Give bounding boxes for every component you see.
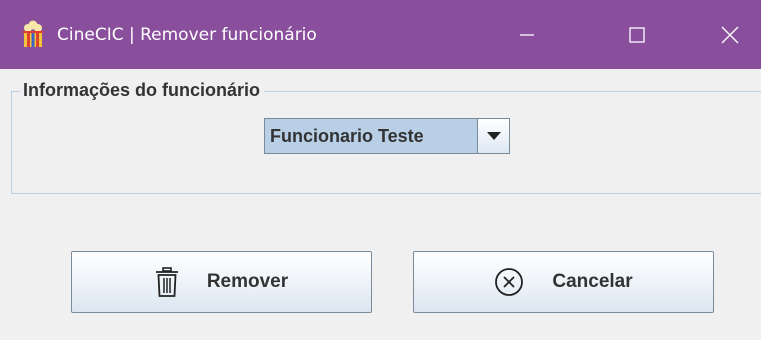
cancel-button-label: Cancelar — [552, 271, 633, 292]
title-bar: CineCIC | Remover funcionário — [0, 0, 761, 69]
minimize-icon — [520, 33, 534, 36]
window-title: CineCIC | Remover funcionário — [57, 25, 317, 45]
remove-button[interactable]: Remover — [71, 251, 372, 313]
close-button[interactable] — [699, 0, 761, 69]
close-icon — [721, 26, 739, 43]
employee-select[interactable]: Funcionario Teste — [264, 118, 510, 154]
maximize-icon — [629, 26, 645, 43]
minimize-button[interactable] — [496, 0, 558, 69]
remove-button-label: Remover — [206, 271, 289, 292]
cancel-button[interactable]: Cancelar — [413, 251, 714, 313]
employee-select-arrow[interactable] — [477, 119, 509, 153]
employee-select-value: Funcionario Teste — [270, 125, 424, 146]
close-circle-icon — [495, 268, 524, 296]
maximize-button[interactable] — [606, 0, 668, 69]
panel-legend: Informações do funcionário — [20, 78, 265, 102]
cinema-icon — [23, 20, 43, 47]
trash-icon — [155, 267, 178, 297]
chevron-down-icon — [486, 131, 501, 140]
